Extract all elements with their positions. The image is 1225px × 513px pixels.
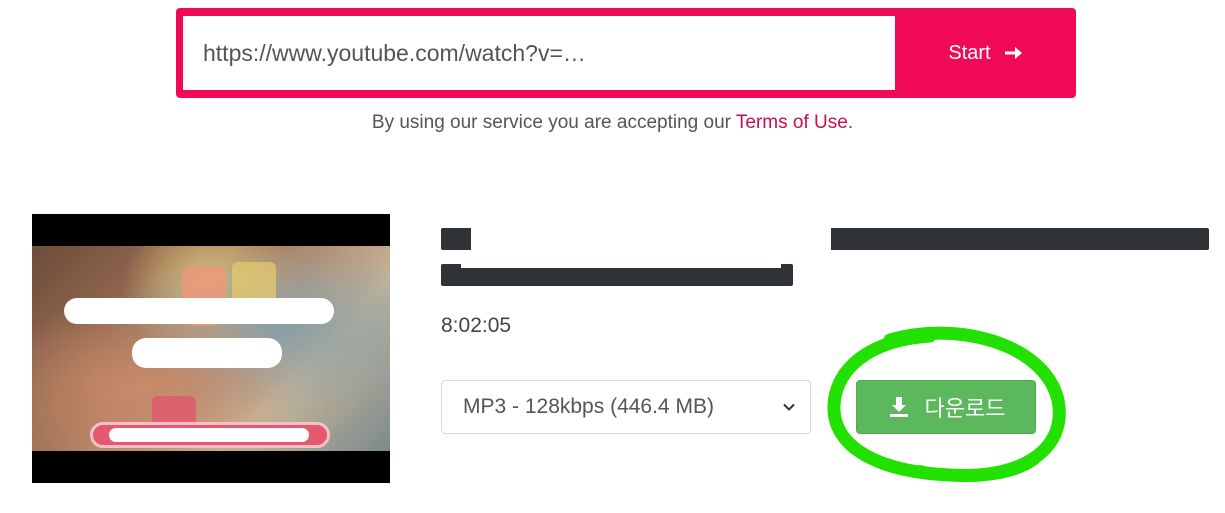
terms-of-use-link[interactable]: Terms of Use [736,112,848,133]
thumbnail-redaction [64,298,334,324]
terms-suffix: . [847,112,854,133]
format-select[interactable]: MP3 - 128kbps (446.4 MB) [441,380,811,434]
title-redaction [461,260,781,268]
terms-notice: By using our service you are accepting o… [0,112,1225,134]
video-duration: 8:02:05 [441,314,512,337]
thumbnail-redaction [132,338,282,368]
thumbnail-redaction [109,428,309,442]
download-icon [889,397,908,417]
start-button-label: Start [948,41,991,64]
download-button[interactable]: 다운로드 [856,380,1036,434]
url-search-bar: Start [176,8,1076,98]
format-select-value: MP3 - 128kbps (446.4 MB) [463,395,714,418]
video-title [441,220,1221,290]
title-redaction [471,224,831,252]
download-button-label: 다운로드 [924,397,1006,422]
chevron-down-icon [783,403,795,411]
video-thumbnail [32,214,390,483]
terms-prefix: By using our service you are accepting o… [371,112,736,133]
thumbnail-image [32,246,390,451]
url-input[interactable] [183,16,895,90]
start-button[interactable]: Start [895,8,1076,98]
arrow-right-icon [1004,47,1022,59]
thumbnail-pill [90,422,330,448]
